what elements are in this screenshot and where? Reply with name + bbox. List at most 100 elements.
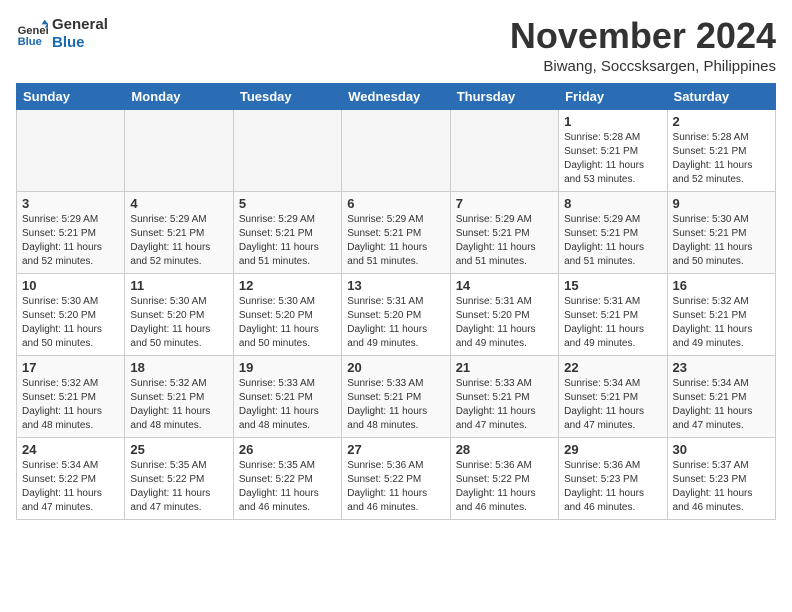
- calendar-day-cell: 15Sunrise: 5:31 AMSunset: 5:21 PMDayligh…: [559, 273, 667, 355]
- calendar-week-row: 17 Sunrise: 5:32 AMSunset: 5:21 PMDayligh…: [17, 355, 776, 437]
- svg-text:Blue: Blue: [18, 36, 42, 48]
- calendar-day-cell: 21 Sunrise: 5:33 AMSunset: 5:21 PMDayligh…: [450, 355, 558, 437]
- day-info: Sunrise: 5:29 AMSunset: 5:21 PMDaylight:…: [22, 213, 119, 269]
- weekday-header-cell: Monday: [125, 83, 233, 109]
- calendar-table: SundayMondayTuesdayWednesdayThursdayFrid…: [16, 83, 776, 520]
- weekday-header-cell: Saturday: [667, 83, 775, 109]
- day-number: 22: [564, 360, 661, 375]
- day-info: Sunrise: 5:36 AMSunset: 5:22 PMDaylight:…: [456, 459, 553, 515]
- day-info: Sunrise: 5:34 AMSunset: 5:21 PMDaylight:…: [564, 377, 661, 433]
- day-info: Sunrise: 5:34 AMSunset: 5:22 PMDaylight:…: [22, 459, 119, 515]
- day-info: Sunrise: 5:30 AMSunset: 5:20 PMDaylight:…: [130, 295, 227, 351]
- day-info: Sunrise: 5:36 AMSunset: 5:23 PMDaylight:…: [564, 459, 661, 515]
- day-number: 27: [347, 442, 444, 457]
- day-number: 8: [564, 196, 661, 211]
- calendar-week-row: 24 Sunrise: 5:34 AMSunset: 5:22 PMDayligh…: [17, 437, 776, 519]
- day-number: 14: [456, 278, 553, 293]
- calendar-day-cell: 14 Sunrise: 5:31 AMSunset: 5:20 PMDayligh…: [450, 273, 558, 355]
- day-info: Sunrise: 5:32 AMSunset: 5:21 PMDaylight:…: [22, 377, 119, 433]
- calendar-body: 1 Sunrise: 5:28 AMSunset: 5:21 PMDaylight…: [17, 109, 776, 519]
- day-info: Sunrise: 5:29 AMSunset: 5:21 PMDaylight:…: [239, 213, 336, 269]
- day-info: Sunrise: 5:32 AMSunset: 5:21 PMDaylight:…: [130, 377, 227, 433]
- day-number: 4: [130, 196, 227, 211]
- day-number: 20: [347, 360, 444, 375]
- weekday-header-row: SundayMondayTuesdayWednesdayThursdayFrid…: [17, 83, 776, 109]
- weekday-header-cell: Wednesday: [342, 83, 450, 109]
- day-info: Sunrise: 5:33 AMSunset: 5:21 PMDaylight:…: [239, 377, 336, 433]
- day-number: 6: [347, 196, 444, 211]
- calendar-day-cell: 16Sunrise: 5:32 AMSunset: 5:21 PMDayligh…: [667, 273, 775, 355]
- calendar-day-cell: [450, 109, 558, 191]
- calendar-day-cell: 12Sunrise: 5:30 AMSunset: 5:20 PMDayligh…: [233, 273, 341, 355]
- day-number: 15: [564, 278, 661, 293]
- calendar-day-cell: [233, 109, 341, 191]
- day-info: Sunrise: 5:30 AMSunset: 5:21 PMDaylight:…: [673, 213, 770, 269]
- day-info: Sunrise: 5:30 AMSunset: 5:20 PMDaylight:…: [22, 295, 119, 351]
- day-number: 29: [564, 442, 661, 457]
- day-number: 17: [22, 360, 119, 375]
- calendar-week-row: 3 Sunrise: 5:29 AMSunset: 5:21 PMDaylight…: [17, 191, 776, 273]
- calendar-day-cell: [125, 109, 233, 191]
- day-number: 2: [673, 114, 770, 129]
- day-number: 11: [130, 278, 227, 293]
- weekday-header-cell: Tuesday: [233, 83, 341, 109]
- calendar-week-row: 10 Sunrise: 5:30 AMSunset: 5:20 PMDayligh…: [17, 273, 776, 355]
- day-number: 3: [22, 196, 119, 211]
- day-number: 7: [456, 196, 553, 211]
- day-info: Sunrise: 5:37 AMSunset: 5:23 PMDaylight:…: [673, 459, 770, 515]
- day-info: Sunrise: 5:31 AMSunset: 5:20 PMDaylight:…: [456, 295, 553, 351]
- day-number: 21: [456, 360, 553, 375]
- weekday-header-cell: Friday: [559, 83, 667, 109]
- calendar-day-cell: 10 Sunrise: 5:30 AMSunset: 5:20 PMDayligh…: [17, 273, 125, 355]
- calendar-week-row: 1 Sunrise: 5:28 AMSunset: 5:21 PMDaylight…: [17, 109, 776, 191]
- day-info: Sunrise: 5:29 AMSunset: 5:21 PMDaylight:…: [456, 213, 553, 269]
- calendar-day-cell: 28 Sunrise: 5:36 AMSunset: 5:22 PMDayligh…: [450, 437, 558, 519]
- calendar-day-cell: 17 Sunrise: 5:32 AMSunset: 5:21 PMDayligh…: [17, 355, 125, 437]
- calendar-day-cell: 30 Sunrise: 5:37 AMSunset: 5:23 PMDayligh…: [667, 437, 775, 519]
- day-info: Sunrise: 5:28 AMSunset: 5:21 PMDaylight:…: [564, 131, 661, 187]
- day-number: 28: [456, 442, 553, 457]
- location-subtitle: Biwang, Soccsksargen, Philippines: [510, 58, 776, 75]
- day-info: Sunrise: 5:33 AMSunset: 5:21 PMDaylight:…: [347, 377, 444, 433]
- day-info: Sunrise: 5:30 AMSunset: 5:20 PMDaylight:…: [239, 295, 336, 351]
- calendar-day-cell: [342, 109, 450, 191]
- day-info: Sunrise: 5:29 AMSunset: 5:21 PMDaylight:…: [347, 213, 444, 269]
- day-info: Sunrise: 5:31 AMSunset: 5:20 PMDaylight:…: [347, 295, 444, 351]
- svg-text:General: General: [18, 25, 48, 37]
- calendar-day-cell: 26Sunrise: 5:35 AMSunset: 5:22 PMDayligh…: [233, 437, 341, 519]
- day-info: Sunrise: 5:35 AMSunset: 5:22 PMDaylight:…: [239, 459, 336, 515]
- day-number: 1: [564, 114, 661, 129]
- day-number: 13: [347, 278, 444, 293]
- calendar-day-cell: [17, 109, 125, 191]
- calendar-day-cell: 13 Sunrise: 5:31 AMSunset: 5:20 PMDayligh…: [342, 273, 450, 355]
- logo-icon: General Blue: [16, 18, 48, 50]
- day-number: 5: [239, 196, 336, 211]
- calendar-day-cell: 8Sunrise: 5:29 AMSunset: 5:21 PMDaylight…: [559, 191, 667, 273]
- day-number: 24: [22, 442, 119, 457]
- day-info: Sunrise: 5:33 AMSunset: 5:21 PMDaylight:…: [456, 377, 553, 433]
- day-number: 23: [673, 360, 770, 375]
- calendar-day-cell: 4Sunrise: 5:29 AMSunset: 5:21 PMDaylight…: [125, 191, 233, 273]
- day-info: Sunrise: 5:35 AMSunset: 5:22 PMDaylight:…: [130, 459, 227, 515]
- calendar-day-cell: 7 Sunrise: 5:29 AMSunset: 5:21 PMDaylight…: [450, 191, 558, 273]
- calendar-day-cell: 19 Sunrise: 5:33 AMSunset: 5:21 PMDayligh…: [233, 355, 341, 437]
- calendar-day-cell: 2 Sunrise: 5:28 AMSunset: 5:21 PMDaylight…: [667, 109, 775, 191]
- calendar-day-cell: 3 Sunrise: 5:29 AMSunset: 5:21 PMDaylight…: [17, 191, 125, 273]
- calendar-day-cell: 29 Sunrise: 5:36 AMSunset: 5:23 PMDayligh…: [559, 437, 667, 519]
- calendar-day-cell: 11 Sunrise: 5:30 AMSunset: 5:20 PMDayligh…: [125, 273, 233, 355]
- calendar-day-cell: 27Sunrise: 5:36 AMSunset: 5:22 PMDayligh…: [342, 437, 450, 519]
- logo: General Blue General Blue: [16, 16, 108, 52]
- weekday-header-cell: Thursday: [450, 83, 558, 109]
- calendar-day-cell: 25Sunrise: 5:35 AMSunset: 5:22 PMDayligh…: [125, 437, 233, 519]
- day-number: 10: [22, 278, 119, 293]
- day-number: 16: [673, 278, 770, 293]
- logo-general: General: [52, 16, 108, 34]
- day-number: 19: [239, 360, 336, 375]
- day-number: 30: [673, 442, 770, 457]
- page-header: General Blue General Blue November 2024 …: [16, 16, 776, 75]
- calendar-day-cell: 5 Sunrise: 5:29 AMSunset: 5:21 PMDaylight…: [233, 191, 341, 273]
- logo-blue: Blue: [52, 34, 108, 52]
- day-info: Sunrise: 5:28 AMSunset: 5:21 PMDaylight:…: [673, 131, 770, 187]
- day-info: Sunrise: 5:34 AMSunset: 5:21 PMDaylight:…: [673, 377, 770, 433]
- calendar-day-cell: 6 Sunrise: 5:29 AMSunset: 5:21 PMDaylight…: [342, 191, 450, 273]
